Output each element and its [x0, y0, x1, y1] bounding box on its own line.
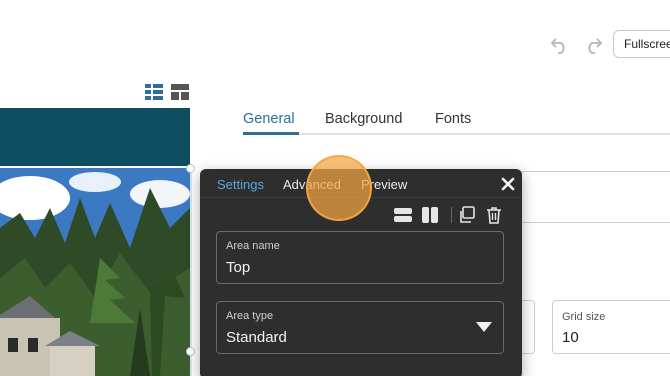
dropdown-caret-icon[interactable] — [476, 322, 492, 332]
duplicate-icon[interactable] — [457, 205, 477, 225]
trash-icon[interactable] — [484, 205, 504, 225]
grid-size-label: Grid size — [562, 311, 606, 323]
columns-layout-icon[interactable] — [420, 205, 440, 225]
grid-layout-icon[interactable] — [170, 82, 190, 102]
tabs-divider — [243, 133, 670, 135]
tab-fonts[interactable]: Fonts — [435, 111, 471, 127]
redo-icon[interactable] — [582, 33, 604, 55]
area-type-value: Standard — [226, 329, 287, 346]
grid-size-field[interactable]: Grid size 10 — [552, 300, 670, 354]
popup-divider — [200, 197, 522, 198]
close-icon[interactable] — [500, 176, 516, 192]
tab-general[interactable]: General — [243, 111, 295, 127]
popup-tab-preview[interactable]: Preview — [361, 177, 407, 192]
undo-icon[interactable] — [549, 33, 571, 55]
resize-handle-top[interactable] — [186, 164, 195, 173]
resize-handle-bottom[interactable] — [186, 347, 195, 356]
area-type-select[interactable]: Area type Standard — [216, 301, 504, 354]
fullscreen-button[interactable]: Fullscreen — [613, 30, 670, 58]
rows-layout-icon[interactable] — [393, 205, 413, 225]
list-layout-icon[interactable] — [144, 82, 164, 102]
background-field[interactable] — [520, 300, 535, 354]
active-tab-indicator — [243, 132, 299, 135]
toolbar-divider — [451, 207, 452, 223]
selection-outline — [190, 168, 192, 376]
area-name-value[interactable]: Top — [226, 259, 250, 276]
area-settings-popup: Settings Advanced Preview Area name Top … — [200, 169, 522, 376]
house-with-trees-photo — [0, 168, 190, 376]
area-name-field[interactable]: Area name Top — [216, 231, 504, 284]
popup-tab-settings[interactable]: Settings — [217, 177, 264, 192]
area-type-label: Area type — [226, 310, 274, 322]
tab-background[interactable]: Background — [325, 111, 402, 127]
grid-size-value: 10 — [562, 329, 579, 346]
area-name-label: Area name — [226, 240, 280, 252]
preview-header-area[interactable] — [0, 108, 190, 166]
popup-tab-advanced[interactable]: Advanced — [283, 177, 341, 192]
background-field[interactable] — [520, 171, 670, 223]
